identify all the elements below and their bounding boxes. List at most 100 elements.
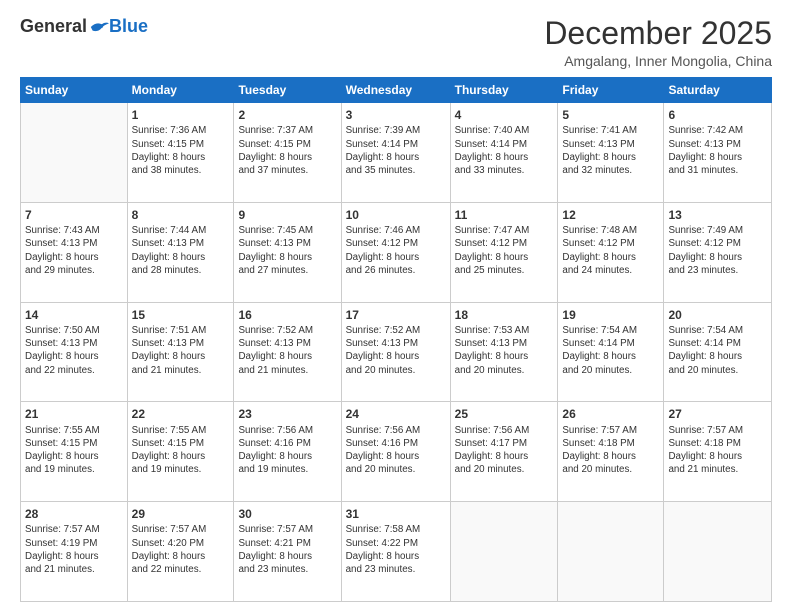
day-number: 8 bbox=[132, 207, 230, 223]
calendar-cell bbox=[450, 502, 558, 602]
day-number: 22 bbox=[132, 406, 230, 422]
calendar-cell: 3Sunrise: 7:39 AM Sunset: 4:14 PM Daylig… bbox=[341, 103, 450, 203]
day-info: Sunrise: 7:36 AM Sunset: 4:15 PM Dayligh… bbox=[132, 124, 230, 177]
day-number: 24 bbox=[346, 406, 446, 422]
calendar-week-5: 28Sunrise: 7:57 AM Sunset: 4:19 PM Dayli… bbox=[21, 502, 772, 602]
calendar-cell: 17Sunrise: 7:52 AM Sunset: 4:13 PM Dayli… bbox=[341, 302, 450, 402]
calendar-cell bbox=[21, 103, 128, 203]
calendar-week-4: 21Sunrise: 7:55 AM Sunset: 4:15 PM Dayli… bbox=[21, 402, 772, 502]
day-number: 26 bbox=[562, 406, 659, 422]
logo: General Blue bbox=[20, 16, 148, 37]
day-info: Sunrise: 7:57 AM Sunset: 4:18 PM Dayligh… bbox=[668, 424, 767, 477]
day-number: 2 bbox=[238, 107, 336, 123]
day-number: 17 bbox=[346, 307, 446, 323]
calendar-cell: 9Sunrise: 7:45 AM Sunset: 4:13 PM Daylig… bbox=[234, 202, 341, 302]
day-info: Sunrise: 7:52 AM Sunset: 4:13 PM Dayligh… bbox=[238, 324, 336, 377]
day-number: 1 bbox=[132, 107, 230, 123]
day-info: Sunrise: 7:40 AM Sunset: 4:14 PM Dayligh… bbox=[455, 124, 554, 177]
day-info: Sunrise: 7:42 AM Sunset: 4:13 PM Dayligh… bbox=[668, 124, 767, 177]
calendar-cell: 5Sunrise: 7:41 AM Sunset: 4:13 PM Daylig… bbox=[558, 103, 664, 203]
calendar-cell: 7Sunrise: 7:43 AM Sunset: 4:13 PM Daylig… bbox=[21, 202, 128, 302]
calendar-week-3: 14Sunrise: 7:50 AM Sunset: 4:13 PM Dayli… bbox=[21, 302, 772, 402]
day-info: Sunrise: 7:57 AM Sunset: 4:18 PM Dayligh… bbox=[562, 424, 659, 477]
calendar-cell: 11Sunrise: 7:47 AM Sunset: 4:12 PM Dayli… bbox=[450, 202, 558, 302]
calendar-cell: 12Sunrise: 7:48 AM Sunset: 4:12 PM Dayli… bbox=[558, 202, 664, 302]
day-info: Sunrise: 7:54 AM Sunset: 4:14 PM Dayligh… bbox=[562, 324, 659, 377]
day-number: 4 bbox=[455, 107, 554, 123]
weekday-header-sunday: Sunday bbox=[21, 78, 128, 103]
day-info: Sunrise: 7:50 AM Sunset: 4:13 PM Dayligh… bbox=[25, 324, 123, 377]
page: General Blue December 2025 Amgalang, Inn… bbox=[0, 0, 792, 612]
calendar-cell bbox=[558, 502, 664, 602]
day-number: 5 bbox=[562, 107, 659, 123]
day-number: 12 bbox=[562, 207, 659, 223]
day-info: Sunrise: 7:56 AM Sunset: 4:16 PM Dayligh… bbox=[238, 424, 336, 477]
weekday-header-saturday: Saturday bbox=[664, 78, 772, 103]
calendar-cell: 6Sunrise: 7:42 AM Sunset: 4:13 PM Daylig… bbox=[664, 103, 772, 203]
weekday-header-monday: Monday bbox=[127, 78, 234, 103]
calendar-cell: 27Sunrise: 7:57 AM Sunset: 4:18 PM Dayli… bbox=[664, 402, 772, 502]
calendar-table: SundayMondayTuesdayWednesdayThursdayFrid… bbox=[20, 77, 772, 602]
day-number: 14 bbox=[25, 307, 123, 323]
calendar-cell: 25 Sunrise: 7:56 AM Sunset: 4:17 PM Dayli… bbox=[450, 402, 558, 502]
calendar-cell: 4Sunrise: 7:40 AM Sunset: 4:14 PM Daylig… bbox=[450, 103, 558, 203]
day-number: 28 bbox=[25, 506, 123, 522]
calendar-cell: 31Sunrise: 7:58 AM Sunset: 4:22 PM Dayli… bbox=[341, 502, 450, 602]
calendar-cell: 28Sunrise: 7:57 AM Sunset: 4:19 PM Dayli… bbox=[21, 502, 128, 602]
day-info: Sunrise: 7:53 AM Sunset: 4:13 PM Dayligh… bbox=[455, 324, 554, 377]
day-number: 9 bbox=[238, 207, 336, 223]
day-info: Sunrise: 7:46 AM Sunset: 4:12 PM Dayligh… bbox=[346, 224, 446, 277]
day-info: Sunrise: 7:52 AM Sunset: 4:13 PM Dayligh… bbox=[346, 324, 446, 377]
day-info: Sunrise: 7:39 AM Sunset: 4:14 PM Dayligh… bbox=[346, 124, 446, 177]
weekday-header-tuesday: Tuesday bbox=[234, 78, 341, 103]
calendar-cell: 24Sunrise: 7:56 AM Sunset: 4:16 PM Dayli… bbox=[341, 402, 450, 502]
calendar-cell: 10Sunrise: 7:46 AM Sunset: 4:12 PM Dayli… bbox=[341, 202, 450, 302]
day-info: Sunrise: 7:48 AM Sunset: 4:12 PM Dayligh… bbox=[562, 224, 659, 277]
logo-general-text: General bbox=[20, 16, 87, 37]
day-number: 11 bbox=[455, 207, 554, 223]
day-info: Sunrise: 7:54 AM Sunset: 4:14 PM Dayligh… bbox=[668, 324, 767, 377]
day-info: Sunrise: 7:57 AM Sunset: 4:20 PM Dayligh… bbox=[132, 523, 230, 576]
day-info: Sunrise: 7:55 AM Sunset: 4:15 PM Dayligh… bbox=[25, 424, 123, 477]
calendar-cell: 19Sunrise: 7:54 AM Sunset: 4:14 PM Dayli… bbox=[558, 302, 664, 402]
calendar-cell: 22 Sunrise: 7:55 AM Sunset: 4:15 PM Dayli… bbox=[127, 402, 234, 502]
calendar-cell: 30Sunrise: 7:57 AM Sunset: 4:21 PM Dayli… bbox=[234, 502, 341, 602]
calendar-cell: 29Sunrise: 7:57 AM Sunset: 4:20 PM Dayli… bbox=[127, 502, 234, 602]
calendar-cell: 23 Sunrise: 7:56 AM Sunset: 4:16 PM Dayli… bbox=[234, 402, 341, 502]
calendar-cell bbox=[664, 502, 772, 602]
calendar-cell: 16Sunrise: 7:52 AM Sunset: 4:13 PM Dayli… bbox=[234, 302, 341, 402]
day-number: 20 bbox=[668, 307, 767, 323]
header: General Blue December 2025 Amgalang, Inn… bbox=[20, 16, 772, 69]
calendar-cell: 1Sunrise: 7:36 AM Sunset: 4:15 PM Daylig… bbox=[127, 103, 234, 203]
day-info: Sunrise: 7:43 AM Sunset: 4:13 PM Dayligh… bbox=[25, 224, 123, 277]
day-info: Sunrise: 7:57 AM Sunset: 4:21 PM Dayligh… bbox=[238, 523, 336, 576]
day-number: 23 bbox=[238, 406, 336, 422]
title-section: December 2025 Amgalang, Inner Mongolia, … bbox=[544, 16, 772, 69]
calendar-cell: 8Sunrise: 7:44 AM Sunset: 4:13 PM Daylig… bbox=[127, 202, 234, 302]
calendar-cell: 26 Sunrise: 7:57 AM Sunset: 4:18 PM Dayli… bbox=[558, 402, 664, 502]
day-info: Sunrise: 7:55 AM Sunset: 4:15 PM Dayligh… bbox=[132, 424, 230, 477]
day-number: 31 bbox=[346, 506, 446, 522]
day-number: 7 bbox=[25, 207, 123, 223]
calendar-cell: 20Sunrise: 7:54 AM Sunset: 4:14 PM Dayli… bbox=[664, 302, 772, 402]
calendar-cell: 14Sunrise: 7:50 AM Sunset: 4:13 PM Dayli… bbox=[21, 302, 128, 402]
calendar-cell: 21Sunrise: 7:55 AM Sunset: 4:15 PM Dayli… bbox=[21, 402, 128, 502]
weekday-header-friday: Friday bbox=[558, 78, 664, 103]
day-info: Sunrise: 7:58 AM Sunset: 4:22 PM Dayligh… bbox=[346, 523, 446, 576]
logo-blue-text: Blue bbox=[109, 16, 148, 37]
day-number: 3 bbox=[346, 107, 446, 123]
day-number: 13 bbox=[668, 207, 767, 223]
main-title: December 2025 bbox=[544, 16, 772, 51]
day-number: 25 bbox=[455, 406, 554, 422]
day-number: 29 bbox=[132, 506, 230, 522]
day-info: Sunrise: 7:56 AM Sunset: 4:17 PM Dayligh… bbox=[455, 424, 554, 477]
day-number: 15 bbox=[132, 307, 230, 323]
day-info: Sunrise: 7:49 AM Sunset: 4:12 PM Dayligh… bbox=[668, 224, 767, 277]
day-number: 18 bbox=[455, 307, 554, 323]
subtitle: Amgalang, Inner Mongolia, China bbox=[544, 53, 772, 69]
calendar-week-1: 1Sunrise: 7:36 AM Sunset: 4:15 PM Daylig… bbox=[21, 103, 772, 203]
weekday-header-thursday: Thursday bbox=[450, 78, 558, 103]
weekday-header-row: SundayMondayTuesdayWednesdayThursdayFrid… bbox=[21, 78, 772, 103]
logo-bird-icon bbox=[89, 19, 109, 35]
day-number: 10 bbox=[346, 207, 446, 223]
